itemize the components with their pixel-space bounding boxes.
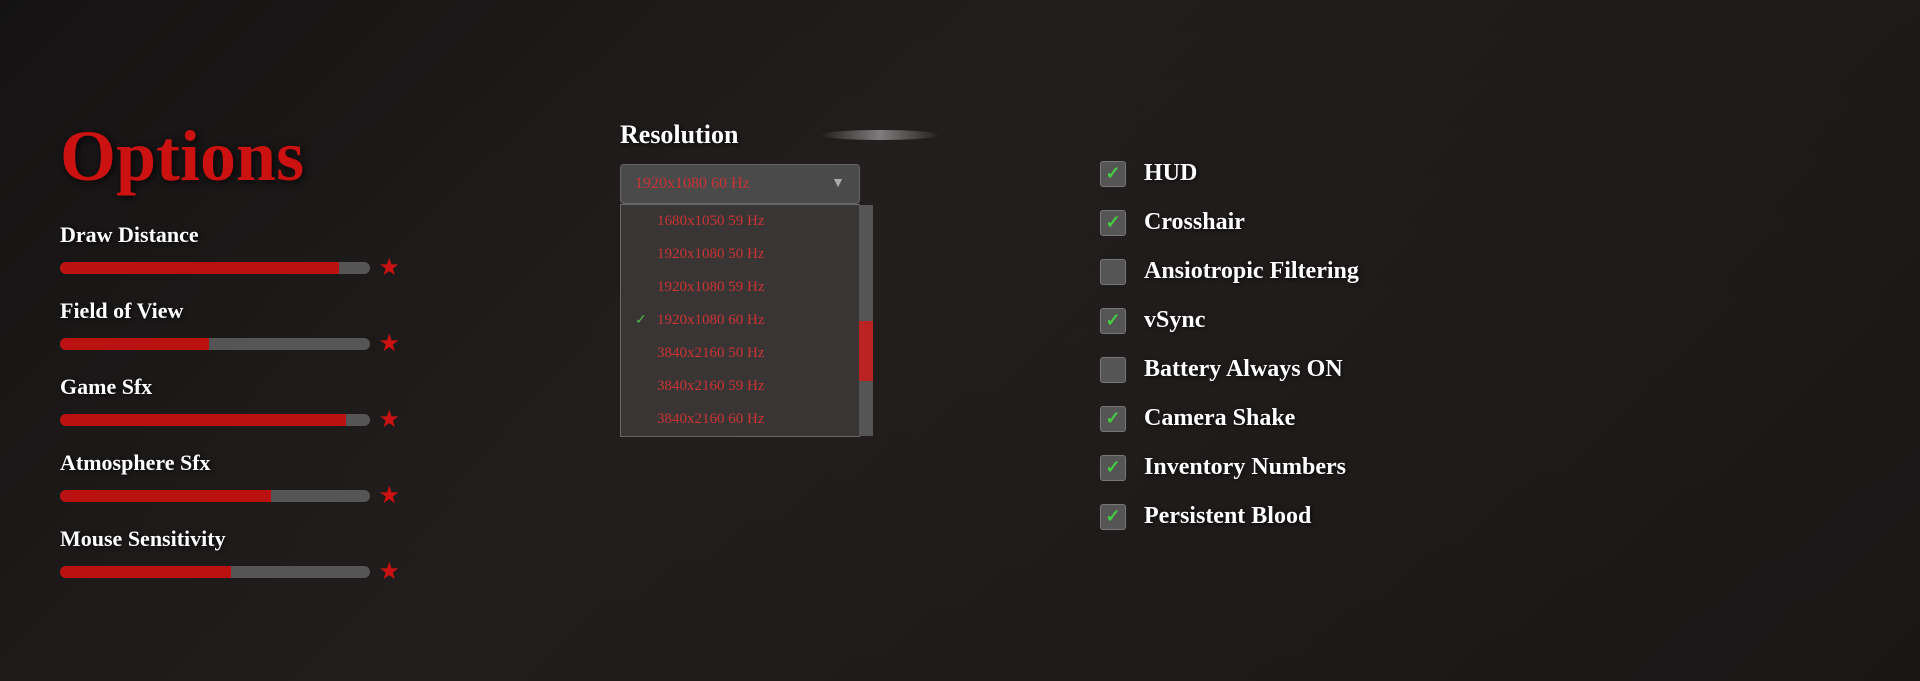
slider-game-sfx: Game Sfx ★	[60, 374, 480, 432]
slider-fov-track[interactable]: ★	[60, 332, 400, 356]
checkbox-inventory-numbers-checkmark: ✓	[1105, 457, 1120, 478]
checkbox-vsync[interactable]: ✓ vSync	[1100, 307, 1860, 334]
checkbox-crosshair[interactable]: ✓ Crosshair	[1100, 209, 1860, 236]
slider-atmosphere-sfx-track[interactable]: ★	[60, 484, 400, 508]
dropdown-item-label-1: 1920x1080 50 Hz	[657, 246, 765, 263]
slider-game-sfx-bar[interactable]	[60, 414, 370, 426]
checkbox-hud-checkmark: ✓	[1105, 163, 1120, 184]
middle-panel: Resolution 1920x1080 60 Hz ▼ 1680x1050 5…	[620, 120, 940, 641]
slider-mouse-sensitivity: Mouse Sensitivity ★	[60, 526, 480, 584]
right-panel: ✓ HUD ✓ Crosshair Ansiotropic Filtering …	[1100, 120, 1860, 641]
dropdown-item-2[interactable]: 1920x1080 59 Hz	[621, 271, 859, 304]
checkbox-battery[interactable]: Battery Always ON	[1100, 356, 1860, 383]
slider-atmosphere-sfx: Atmosphere Sfx ★	[60, 450, 480, 508]
checkbox-ansiotropic-label: Ansiotropic Filtering	[1144, 258, 1359, 285]
dropdown-scrollbar-thumb[interactable]	[859, 321, 873, 381]
slider-game-sfx-star: ★	[378, 408, 400, 432]
dropdown-item-6[interactable]: 3840x2160 60 Hz	[621, 403, 859, 436]
checkbox-persistent-blood-label: Persistent Blood	[1144, 503, 1311, 530]
resolution-selected-value: 1920x1080 60 Hz	[635, 175, 750, 193]
checkbox-persistent-blood-checkmark: ✓	[1105, 506, 1120, 527]
slider-draw-distance-bar[interactable]	[60, 262, 370, 274]
slider-draw-distance-track[interactable]: ★	[60, 256, 400, 280]
dropdown-item-5[interactable]: 3840x2160 59 Hz	[621, 370, 859, 403]
slider-game-sfx-label: Game Sfx	[60, 374, 480, 400]
checkbox-crosshair-box[interactable]: ✓	[1100, 210, 1126, 236]
slider-draw-distance-label: Draw Distance	[60, 222, 480, 248]
slider-fov-bar[interactable]	[60, 338, 370, 350]
dropdown-item-3[interactable]: ✓ 1920x1080 60 Hz	[621, 304, 859, 337]
resolution-dropdown-list: 1680x1050 59 Hz 1920x1080 50 Hz 1920x108…	[620, 204, 860, 437]
checkbox-camera-shake-checkmark: ✓	[1105, 408, 1120, 429]
checkbox-crosshair-checkmark: ✓	[1105, 212, 1120, 233]
dropdown-item-1[interactable]: 1920x1080 50 Hz	[621, 238, 859, 271]
slider-mouse-sensitivity-bar[interactable]	[60, 566, 370, 578]
checkbox-vsync-label: vSync	[1144, 307, 1205, 334]
checkbox-persistent-blood[interactable]: ✓ Persistent Blood	[1100, 503, 1860, 530]
dropdown-item-label-3: 1920x1080 60 Hz	[657, 312, 765, 329]
checkbox-ansiotropic[interactable]: Ansiotropic Filtering	[1100, 258, 1860, 285]
checkbox-crosshair-label: Crosshair	[1144, 209, 1245, 236]
checkbox-camera-shake-box[interactable]: ✓	[1100, 406, 1126, 432]
dropdown-item-4[interactable]: 3840x2160 50 Hz	[621, 337, 859, 370]
dropdown-item-label-6: 3840x2160 60 Hz	[657, 411, 765, 428]
resolution-dropdown[interactable]: 1920x1080 60 Hz ▼ 1680x1050 59 Hz 1920x1…	[620, 164, 860, 204]
main-content: Options Draw Distance ★ Field of View	[0, 0, 1920, 681]
slider-fov-star: ★	[378, 332, 400, 356]
slider-game-sfx-track[interactable]: ★	[60, 408, 400, 432]
slider-fov: Field of View ★	[60, 298, 480, 356]
checkbox-inventory-numbers-box[interactable]: ✓	[1100, 455, 1126, 481]
slider-draw-distance-star: ★	[378, 256, 400, 280]
slider-atmosphere-sfx-star: ★	[378, 484, 400, 508]
slider-atmosphere-sfx-label: Atmosphere Sfx	[60, 450, 480, 476]
resolution-dropdown-selected[interactable]: 1920x1080 60 Hz ▼	[620, 164, 860, 204]
checkbox-camera-shake[interactable]: ✓ Camera Shake	[1100, 405, 1860, 432]
dropdown-check-3: ✓	[635, 312, 651, 329]
dropdown-item-label-5: 3840x2160 59 Hz	[657, 378, 765, 395]
checkbox-vsync-box[interactable]: ✓	[1100, 308, 1126, 334]
slider-mouse-sensitivity-label: Mouse Sensitivity	[60, 526, 480, 552]
slider-mouse-sensitivity-star: ★	[378, 560, 400, 584]
dropdown-scrollbar[interactable]	[859, 205, 873, 436]
checkbox-battery-box[interactable]	[1100, 357, 1126, 383]
checkbox-vsync-checkmark: ✓	[1105, 310, 1120, 331]
slider-mouse-sensitivity-track[interactable]: ★	[60, 560, 400, 584]
slider-atmosphere-sfx-bar[interactable]	[60, 490, 370, 502]
page-title: Options	[60, 120, 480, 192]
left-panel: Options Draw Distance ★ Field of View	[60, 120, 480, 641]
checkbox-camera-shake-label: Camera Shake	[1144, 405, 1295, 432]
checkbox-hud-box[interactable]: ✓	[1100, 161, 1126, 187]
checkbox-inventory-numbers-label: Inventory Numbers	[1144, 454, 1346, 481]
dropdown-item-label-2: 1920x1080 59 Hz	[657, 279, 765, 296]
resolution-title: Resolution	[620, 120, 940, 150]
checkbox-ansiotropic-box[interactable]	[1100, 259, 1126, 285]
slider-group: Draw Distance ★ Field of View ★	[60, 222, 480, 584]
checkbox-hud-label: HUD	[1144, 160, 1197, 187]
slider-draw-distance: Draw Distance ★	[60, 222, 480, 280]
checkbox-battery-label: Battery Always ON	[1144, 356, 1343, 383]
dropdown-arrow-icon: ▼	[831, 176, 845, 192]
checkbox-hud[interactable]: ✓ HUD	[1100, 160, 1860, 187]
checkbox-persistent-blood-box[interactable]: ✓	[1100, 504, 1126, 530]
dropdown-item-0[interactable]: 1680x1050 59 Hz	[621, 205, 859, 238]
dropdown-item-label-0: 1680x1050 59 Hz	[657, 213, 765, 230]
dropdown-item-label-4: 3840x2160 50 Hz	[657, 345, 765, 362]
checkbox-inventory-numbers[interactable]: ✓ Inventory Numbers	[1100, 454, 1860, 481]
slider-fov-label: Field of View	[60, 298, 480, 324]
